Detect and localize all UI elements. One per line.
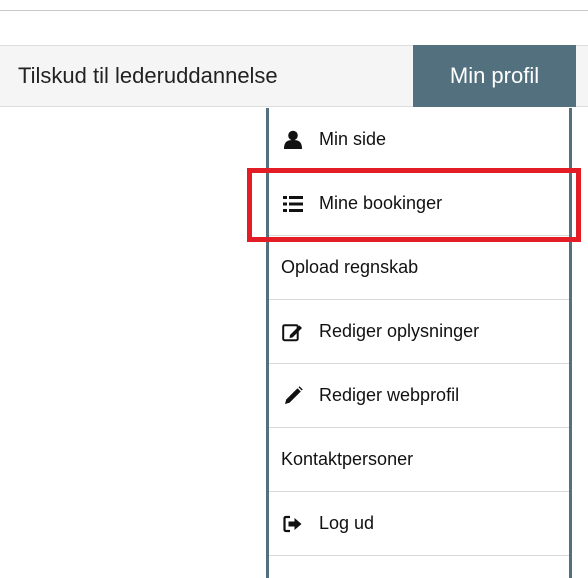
menu-item-log-ud[interactable]: Log ud — [269, 492, 569, 556]
menu-item-label: Log ud — [319, 513, 375, 533]
my-profile-tab[interactable]: Min profil — [413, 45, 576, 107]
profile-dropdown-menu: Min side Mine bookinger Opload regnskab … — [266, 108, 572, 578]
navbar: Tilskud til lederuddannelse Min profil — [0, 45, 588, 107]
menu-item-label: Mine bookinger — [319, 193, 443, 213]
menu-item-label: Opload regnskab — [281, 257, 419, 277]
nav-link-tilskud[interactable]: Tilskud til lederuddannelse — [18, 46, 278, 106]
menu-item-min-side[interactable]: Min side — [269, 108, 569, 172]
list-icon — [281, 192, 305, 216]
menu-item-mine-bookinger[interactable]: Mine bookinger — [269, 172, 569, 236]
menu-item-label: Kontaktpersoner — [281, 449, 414, 469]
menu-item-rediger-webprofil[interactable]: Rediger webprofil — [269, 364, 569, 428]
menu-item-opload-regnskab[interactable]: Opload regnskab — [269, 236, 569, 300]
logout-icon — [281, 512, 305, 536]
menu-item-rediger-oplysninger[interactable]: Rediger oplysninger — [269, 300, 569, 364]
pencil-icon — [281, 384, 305, 408]
top-divider — [0, 10, 588, 11]
menu-item-label: Rediger webprofil — [319, 385, 460, 405]
menu-item-label: Min side — [319, 129, 387, 149]
edit-icon — [281, 320, 305, 344]
menu-item-label: Rediger oplysninger — [319, 321, 480, 341]
menu-item-kontaktpersoner[interactable]: Kontaktpersoner — [269, 428, 569, 492]
user-icon — [281, 128, 305, 152]
